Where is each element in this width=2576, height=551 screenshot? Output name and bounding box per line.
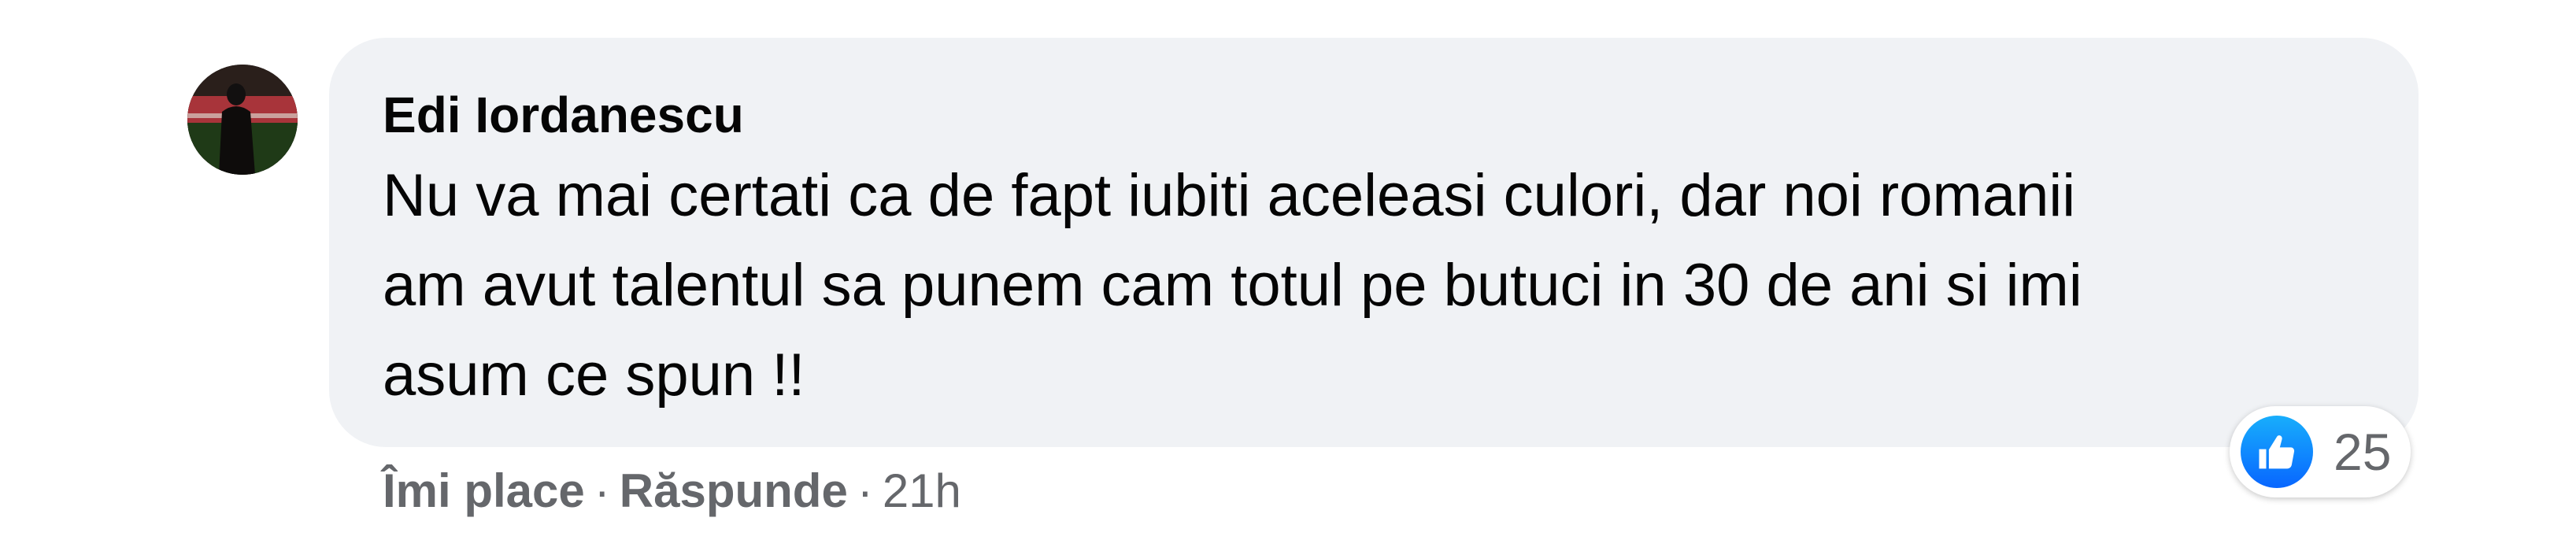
thumbs-up-icon — [2241, 416, 2313, 488]
reply-button[interactable]: Răspunde — [620, 464, 848, 517]
reactions-summary[interactable]: 25 — [2230, 406, 2411, 497]
comment-author-name[interactable]: Edi Iordanescu — [383, 85, 744, 145]
avatar-image — [187, 65, 298, 175]
comment-text-line: am avut talentul sa punem cam totul pe b… — [383, 252, 2082, 319]
reaction-count: 25 — [2334, 423, 2392, 481]
comment-text: Nu va mai certati ca de fapt iubiti acel… — [383, 151, 2398, 420]
separator: · — [857, 464, 873, 517]
avatar[interactable] — [187, 65, 298, 175]
comment-timestamp[interactable]: 21h — [883, 464, 961, 517]
separator: · — [594, 464, 610, 517]
comment-actions: Îmi place · Răspunde · 21h — [383, 463, 961, 520]
comment-text-line: Nu va mai certati ca de fapt iubiti acel… — [383, 162, 2076, 229]
like-button[interactable]: Îmi place — [383, 464, 585, 517]
comment-text-line: asum ce spun !! — [383, 342, 805, 409]
